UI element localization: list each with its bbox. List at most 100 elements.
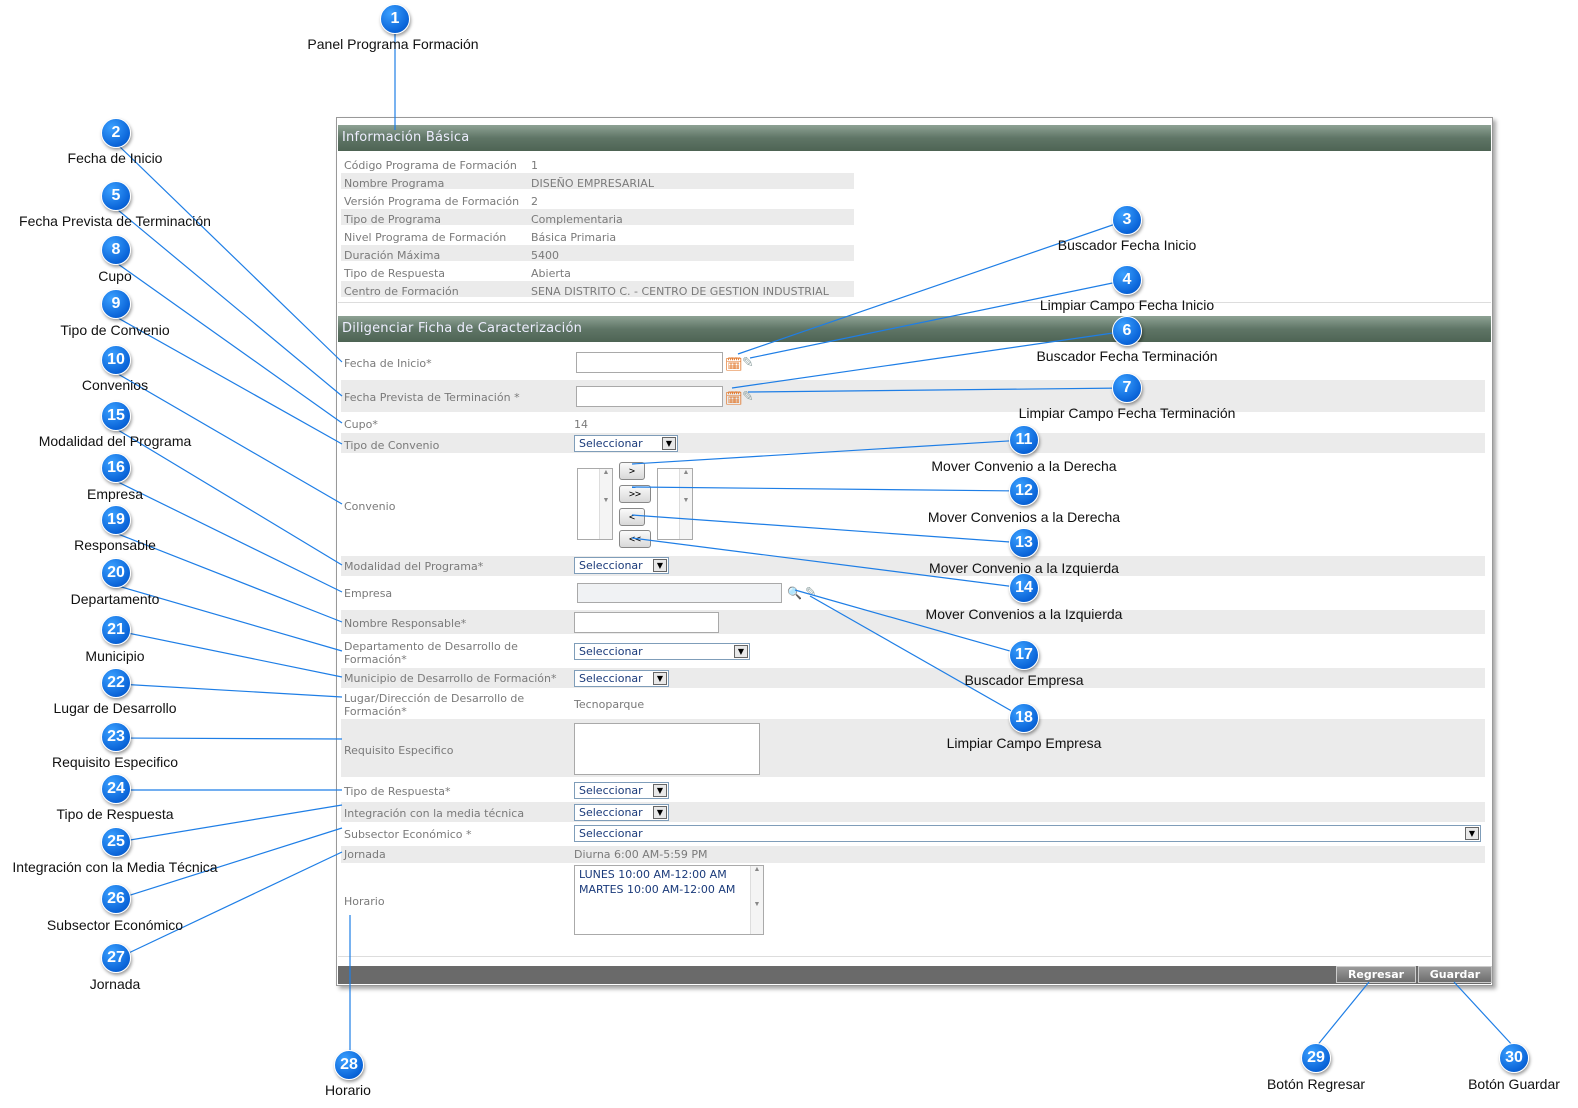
back-button[interactable]: Regresar (1336, 966, 1416, 983)
callout-badge: 9 (101, 289, 131, 319)
basic-info-label: Código Programa de Formación (344, 159, 517, 172)
save-button[interactable]: Guardar (1418, 966, 1492, 983)
select-value: Seleccionar (579, 827, 643, 840)
calendar-icon[interactable]: 🗓 (725, 356, 743, 372)
horario-line: LUNES 10:00 AM-12:00 AM (579, 868, 727, 881)
eraser-icon[interactable]: ✎ (742, 354, 754, 370)
scrollbar[interactable]: ▲ ▼ (599, 469, 612, 539)
departamento-select[interactable]: Seleccionar ▼ (574, 643, 750, 660)
basic-info-value: Básica Primaria (531, 231, 617, 244)
basic-info-value: 2 (531, 195, 538, 208)
municipio-select[interactable]: Seleccionar ▼ (574, 670, 669, 687)
modalidad-select[interactable]: Seleccionar ▼ (574, 557, 669, 574)
select-value: Seleccionar (579, 559, 643, 572)
basic-info-label: Nivel Programa de Formación (344, 231, 507, 244)
search-icon[interactable]: 🔍 (787, 585, 802, 601)
callout-label: Modalidad del Programa (38, 433, 192, 449)
callout-badge: 7 (1112, 373, 1142, 403)
convenio-label: Convenio (344, 500, 396, 513)
move-all-right-button[interactable]: >> (619, 485, 651, 503)
callout-badge: 15 (101, 401, 131, 431)
lugar-value: Tecnoparque (574, 698, 645, 711)
callout-label: Convenios (81, 377, 149, 393)
callout-label: Mover Convenio a la Derecha (931, 458, 1117, 474)
eraser-icon[interactable]: ✎ (742, 388, 754, 404)
form-header: Diligenciar Ficha de Caracterización (338, 316, 1491, 342)
move-all-left-button[interactable]: << (619, 530, 651, 548)
basic-info-label: Centro de Formación (344, 285, 459, 298)
tipo-convenio-label: Tipo de Convenio (344, 439, 440, 452)
callout-label: Botón Guardar (1468, 1076, 1560, 1092)
basic-info-value: Complementaria (531, 213, 623, 226)
callout-badge: 26 (101, 884, 131, 914)
empresa-input[interactable] (577, 583, 782, 603)
callout-label: Fecha Prevista de Terminación (19, 213, 211, 229)
basic-info-label: Versión Programa de Formación (344, 195, 520, 208)
chevron-down-icon: ▼ (653, 806, 667, 819)
chevron-down-icon: ▼ (653, 672, 667, 685)
chevron-down-icon: ▼ (662, 437, 676, 450)
scrollbar[interactable]: ▲ ▼ (750, 866, 763, 934)
basic-info-value: 1 (531, 159, 538, 172)
callout-label: Fecha de Inicio (67, 150, 163, 166)
horario-label: Horario (344, 895, 385, 908)
eraser-icon[interactable]: ✎ (805, 584, 817, 600)
callout-badge: 8 (101, 235, 131, 265)
callout-badge: 14 (1009, 573, 1039, 603)
callout-label: Municipio (85, 648, 145, 664)
callout-label: Cupo (98, 268, 132, 284)
integracion-select[interactable]: Seleccionar ▼ (574, 804, 669, 821)
callout-label: Buscador Fecha Terminación (1036, 348, 1218, 364)
select-value: Seleccionar (579, 437, 643, 450)
callout-label: Buscador Empresa (964, 672, 1084, 688)
callout-badge: 28 (334, 1050, 364, 1080)
panel-footer: Regresar Guardar (338, 966, 1492, 984)
tipo-respuesta-select[interactable]: Seleccionar ▼ (574, 782, 669, 799)
responsable-input[interactable] (574, 612, 719, 633)
move-left-button[interactable]: < (619, 508, 645, 526)
convenios-selected-list[interactable]: ▲ ▼ (657, 468, 693, 540)
callout-label: Requisito Especifico (51, 754, 179, 770)
scrollbar[interactable]: ▲ ▼ (679, 469, 692, 539)
basic-info-value: Abierta (531, 267, 571, 280)
select-value: Seleccionar (579, 806, 643, 819)
callout-label: Departamento (70, 591, 160, 607)
callout-label: Limpiar Campo Empresa (946, 735, 1102, 751)
basic-info-header: Información Básica (338, 125, 1491, 151)
subsector-select[interactable]: Seleccionar ▼ (574, 825, 1481, 842)
callout-badge: 5 (101, 181, 131, 211)
lugar-label-2: Formación* (344, 705, 407, 718)
callout-badge: 29 (1301, 1043, 1331, 1073)
callout-badge: 19 (101, 505, 131, 535)
callout-badge: 2 (101, 118, 131, 148)
callout-label: Integración con la Media Técnica (12, 859, 218, 875)
responsable-label: Nombre Responsable* (344, 617, 467, 630)
row-band (341, 719, 1485, 777)
callout-label: Tipo de Respuesta (56, 806, 174, 822)
fecha-fin-input[interactable] (576, 386, 723, 407)
callout-badge: 23 (101, 722, 131, 752)
requisito-textarea[interactable] (574, 723, 760, 775)
fecha-inicio-input[interactable] (576, 352, 723, 373)
callout-label: Mover Convenios a la Izquierda (925, 606, 1123, 622)
calendar-icon[interactable]: 🗓 (725, 390, 743, 406)
move-right-button[interactable]: > (619, 462, 645, 480)
horario-list[interactable]: LUNES 10:00 AM-12:00 AM MARTES 10:00 AM-… (574, 865, 764, 935)
callout-badge: 25 (101, 827, 131, 857)
cupo-label: Cupo* (344, 418, 378, 431)
row-band (341, 610, 1485, 634)
callout-badge: 6 (1112, 316, 1142, 346)
requisito-label: Requisito Especifico (344, 744, 454, 757)
callout-badge: 27 (101, 943, 131, 973)
integracion-label: Integración con la media técnica (344, 807, 525, 820)
departamento-label: Departamento de Desarrollo de (344, 640, 518, 653)
tipo-convenio-select[interactable]: Seleccionar ▼ (574, 435, 678, 452)
row-band (341, 433, 1485, 453)
callout-badge: 11 (1009, 425, 1039, 455)
chevron-down-icon: ▼ (653, 784, 667, 797)
departamento-label-2: Formación* (344, 653, 407, 666)
convenios-available-list[interactable]: ▲ ▼ (577, 468, 613, 540)
chevron-down-icon: ▼ (653, 559, 667, 572)
callout-label: Buscador Fecha Inicio (1057, 237, 1197, 253)
callout-label: Tipo de Convenio (60, 322, 170, 338)
